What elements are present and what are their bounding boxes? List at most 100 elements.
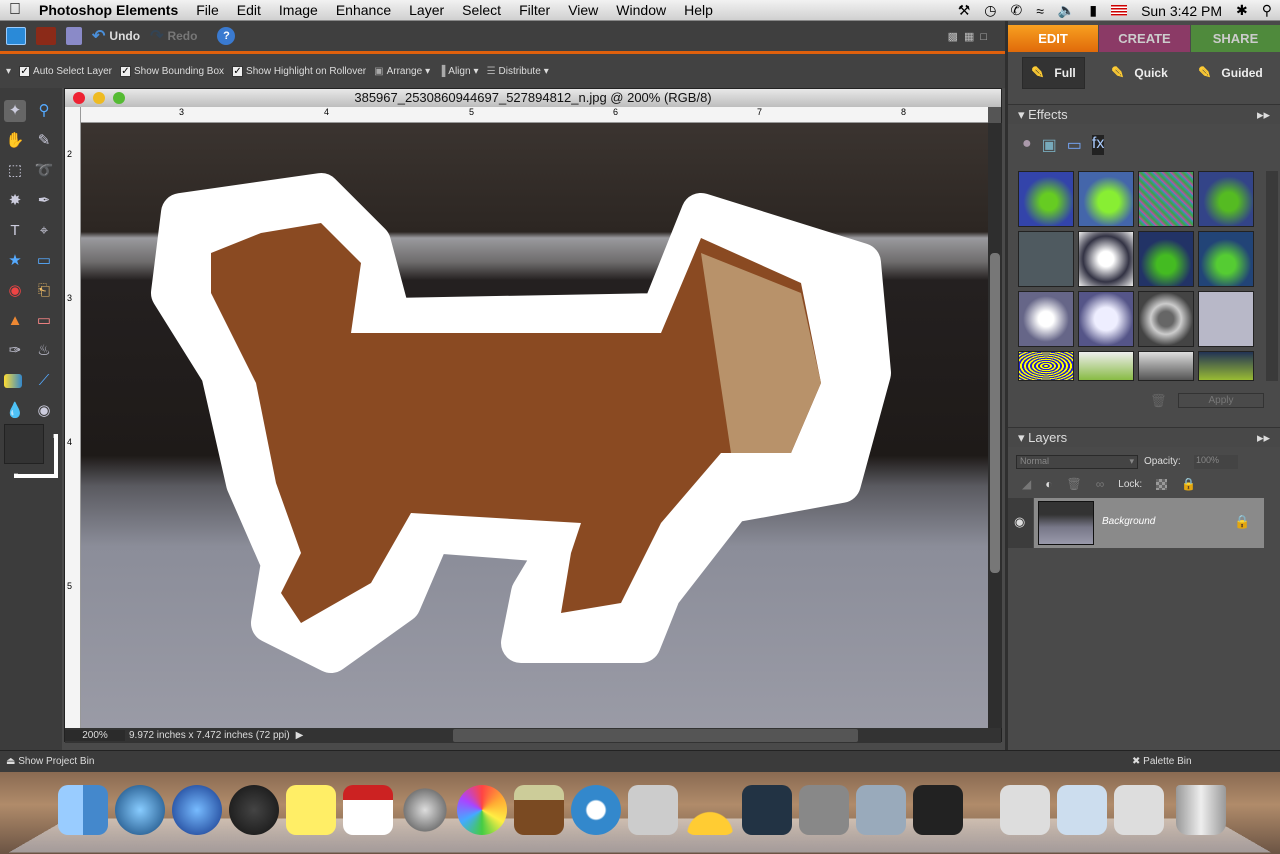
blur-tool-icon[interactable]: 💧 [4,400,26,422]
effect-thumbnail[interactable] [1198,291,1254,347]
gradient-tool-icon[interactable] [4,374,22,388]
mode-guided-button[interactable]: ✎ Guided [1190,57,1271,89]
tab-edit[interactable]: EDIT [1008,25,1098,52]
options-menu-icon[interactable]: ▾ [6,66,11,77]
status-menu-arrow[interactable]: ▶ [296,730,304,741]
spotlight-icon[interactable]: ⚲ [1262,2,1272,19]
hp-printer-icon[interactable] [628,785,678,835]
menu-enhance[interactable]: Enhance [327,2,400,18]
adjustment-layer-icon[interactable]: ◐ [1045,477,1052,491]
flag-icon[interactable] [1111,5,1128,16]
hand-tool-icon[interactable]: ✋ [4,130,26,152]
layers-panel-header[interactable]: ▾ Layers ▸▸ [1008,427,1280,447]
tab-create[interactable]: CREATE [1099,25,1190,52]
effect-thumbnail[interactable] [1198,171,1254,227]
app-menu[interactable]: Photoshop Elements [30,2,187,18]
wrench-icon[interactable]: ⚒ [958,2,971,19]
downloads-stack-icon[interactable] [1057,785,1107,835]
link-layers-icon[interactable]: ∞ [1096,477,1105,491]
effect-thumbnail[interactable] [1018,291,1074,347]
menu-view[interactable]: View [559,2,607,18]
wifi-icon[interactable]: ≈ [1036,3,1044,19]
bluetooth-icon[interactable]: ✱ [1236,2,1248,19]
hp-icon[interactable] [742,785,792,835]
arrange-dropdown[interactable]: ▣ Arrange ▾ [374,66,430,77]
phone-icon[interactable]: ✆ [1010,2,1022,19]
blend-mode-select[interactable]: Normal ▾ [1016,455,1138,469]
foreground-color-swatch[interactable] [4,424,44,464]
effect-thumbnail[interactable] [1138,351,1194,381]
menu-layer[interactable]: Layer [400,2,453,18]
distribute-dropdown[interactable]: ☰ Distribute ▾ [487,66,549,77]
redo-button[interactable]: ↷ Redo [150,26,197,46]
palette-bin-button[interactable]: ✖ Palette Bin [1132,751,1192,773]
undo-button[interactable]: ↶ Undo [92,26,140,46]
close-button[interactable] [73,92,85,104]
show-project-bin-button[interactable]: ⏏ Show Project Bin [6,756,94,767]
show-bounding-box-checkbox[interactable]: ✓ Show Bounding Box [119,65,224,77]
stickies-icon[interactable] [286,785,336,835]
eyedropper-icon[interactable]: ✎ [33,130,55,152]
battery-icon[interactable]: ▮ [1089,2,1097,19]
effect-thumbnail[interactable] [1138,231,1194,287]
horizontal-scrollbar[interactable] [453,729,859,742]
panel-menu-icon[interactable]: ▸▸ [1257,105,1270,125]
mode-full-button[interactable]: ✎ Full [1022,57,1085,89]
paint-bucket-icon[interactable]: ♨ [33,340,55,362]
effect-thumbnail[interactable] [1138,171,1194,227]
effect-thumbnail[interactable] [1198,231,1254,287]
minimize-button[interactable] [93,92,105,104]
zoom-level[interactable]: 200% [65,730,125,741]
effect-thumbnail[interactable] [1138,291,1194,347]
zoom-tool-icon[interactable]: ⚲ [33,100,55,122]
delete-layer-icon[interactable]: 🗑 [1066,477,1081,491]
line-tool-icon[interactable]: ⟋ [33,370,55,392]
clock[interactable]: Sun 3:42 PM [1141,3,1222,19]
layer-visibility-toggle[interactable]: ◉ [1008,498,1033,548]
sponge-tool-icon[interactable]: ◉ [33,400,55,422]
menu-edit[interactable]: Edit [228,2,270,18]
cookie-cutter-icon[interactable]: ▭ [33,250,55,272]
align-dropdown[interactable]: ▐ Align ▾ [438,66,478,77]
dashboard-icon[interactable] [229,785,279,835]
panel-menu-icon[interactable]: ▸▸ [1257,428,1270,448]
move-tool-icon[interactable]: ✦ [4,100,26,122]
new-file-icon[interactable] [6,27,26,45]
time-machine-icon[interactable]: ◷ [984,2,996,19]
mode-quick-button[interactable]: ✎ Quick [1103,57,1176,89]
layer-styles-icon[interactable]: ▣ [1042,135,1057,155]
lock-transparent-icon[interactable] [1156,478,1168,490]
image-canvas[interactable] [81,123,988,728]
brush-icon[interactable]: ✑ [4,340,26,362]
show-highlight-checkbox[interactable]: ✓ Show Highlight on Rollover [232,65,366,77]
menu-file[interactable]: File [187,2,228,18]
apply-button[interactable]: Apply [1178,393,1264,408]
volume-icon[interactable]: 🔈 [1058,2,1075,19]
apple-menu[interactable]:  [0,1,30,19]
effect-thumbnail[interactable] [1078,231,1134,287]
effect-thumbnail[interactable] [1198,351,1254,381]
help-button[interactable]: ? [217,27,236,45]
bucket-icon[interactable] [514,785,564,835]
clone-stamp-icon[interactable]: ▲ [4,310,26,332]
effect-thumbnail[interactable] [1078,171,1134,227]
tab-share[interactable]: SHARE [1191,25,1280,52]
healing-brush-icon[interactable]: ⎗ [33,280,55,302]
effect-thumbnail[interactable] [1078,351,1134,381]
camera-icon[interactable] [571,785,621,835]
system-preferences-icon[interactable] [799,785,849,835]
photo-app-icon[interactable] [856,785,906,835]
printer-icon[interactable] [913,785,963,835]
effect-thumbnail[interactable] [1078,291,1134,347]
red-eye-icon[interactable]: ◉ [4,280,26,302]
zoom-button[interactable] [113,92,125,104]
lasso-tool-icon[interactable]: ➰ [33,160,55,182]
marquee-tool-icon[interactable]: ⬚ [4,160,26,182]
save-icon[interactable] [66,27,82,45]
menu-filter[interactable]: Filter [510,2,559,18]
lock-all-icon[interactable]: 🔒 [1181,477,1196,491]
type-tool-icon[interactable]: T [4,220,26,242]
all-effects-icon[interactable]: fx [1091,135,1105,155]
bridge-icon[interactable] [36,27,56,45]
crop-tool-icon[interactable]: ⌖ [33,220,55,242]
